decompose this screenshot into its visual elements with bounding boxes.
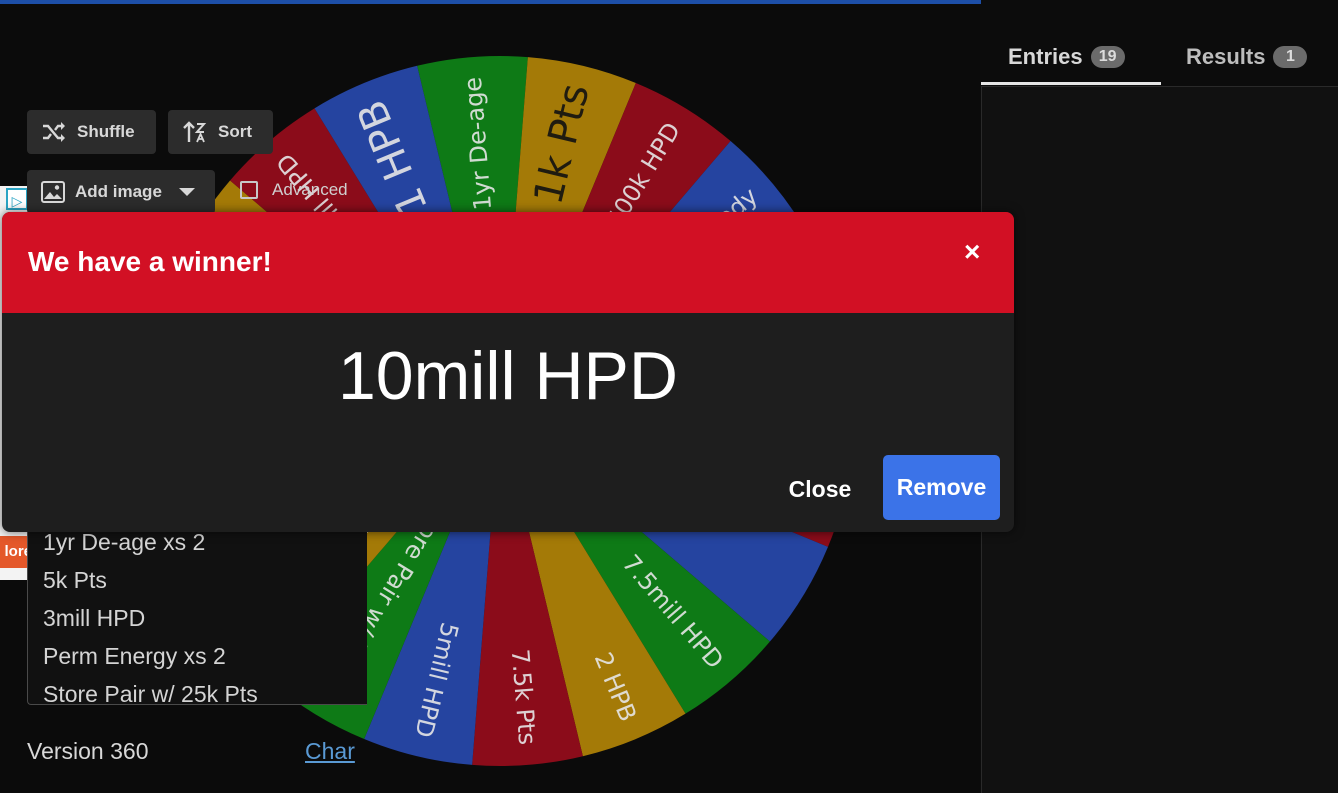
shuffle-label: Shuffle <box>77 122 135 141</box>
entries-panel: Entries 19 Results 1 <box>981 0 1338 793</box>
add-image-button[interactable]: Add image <box>27 170 215 214</box>
advanced-label: Advanced <box>272 180 348 199</box>
winner-dialog-header: We have a winner! × <box>2 212 1014 313</box>
sort-icon <box>183 121 207 143</box>
entries-count-badge: 19 <box>1090 46 1125 68</box>
ad-choices-icon[interactable]: ▷ <box>6 188 28 210</box>
tab-results[interactable]: Results 1 <box>1186 44 1308 70</box>
shuffle-button[interactable]: Shuffle <box>27 110 156 154</box>
sort-button[interactable]: Sort <box>168 110 273 154</box>
version-label: Version 360 <box>27 738 149 764</box>
advanced-checkbox-row[interactable]: Advanced <box>240 180 348 200</box>
advanced-checkbox[interactable] <box>240 181 258 199</box>
entry-item: 5k Pts <box>43 567 107 593</box>
entry-item: Perm Energy xs 2 <box>43 643 226 669</box>
image-icon <box>41 181 65 203</box>
entries-panel-body <box>981 86 1338 793</box>
remove-button[interactable]: Remove <box>883 455 1000 520</box>
tab-results-label: Results <box>1186 44 1266 69</box>
tab-entries[interactable]: Entries 19 <box>1008 44 1125 70</box>
close-button[interactable]: Close <box>774 460 866 518</box>
add-image-label: Add image <box>75 182 162 201</box>
dialog-title: We have a winner! <box>28 246 272 277</box>
results-count-badge: 1 <box>1273 46 1308 68</box>
panel-tabs: Entries 19 Results 1 <box>981 36 1338 86</box>
tab-entries-label: Entries <box>1008 44 1083 69</box>
sort-label: Sort <box>218 122 252 141</box>
shuffle-icon <box>43 122 65 142</box>
winner-text: 10mill HPD <box>337 338 679 414</box>
winner-dialog: We have a winner! × 10mill HPD Close Rem… <box>2 212 1014 532</box>
chevron-down-icon <box>178 188 195 196</box>
entry-item: 1yr De-age xs 2 <box>43 529 206 555</box>
entry-item: 3mill HPD <box>43 605 146 631</box>
active-tab-indicator <box>981 82 1161 85</box>
changelog-link[interactable]: Char <box>305 738 355 765</box>
entry-item: Store Pair w/ 25k Pts <box>43 681 258 705</box>
close-icon[interactable]: × <box>964 236 980 268</box>
